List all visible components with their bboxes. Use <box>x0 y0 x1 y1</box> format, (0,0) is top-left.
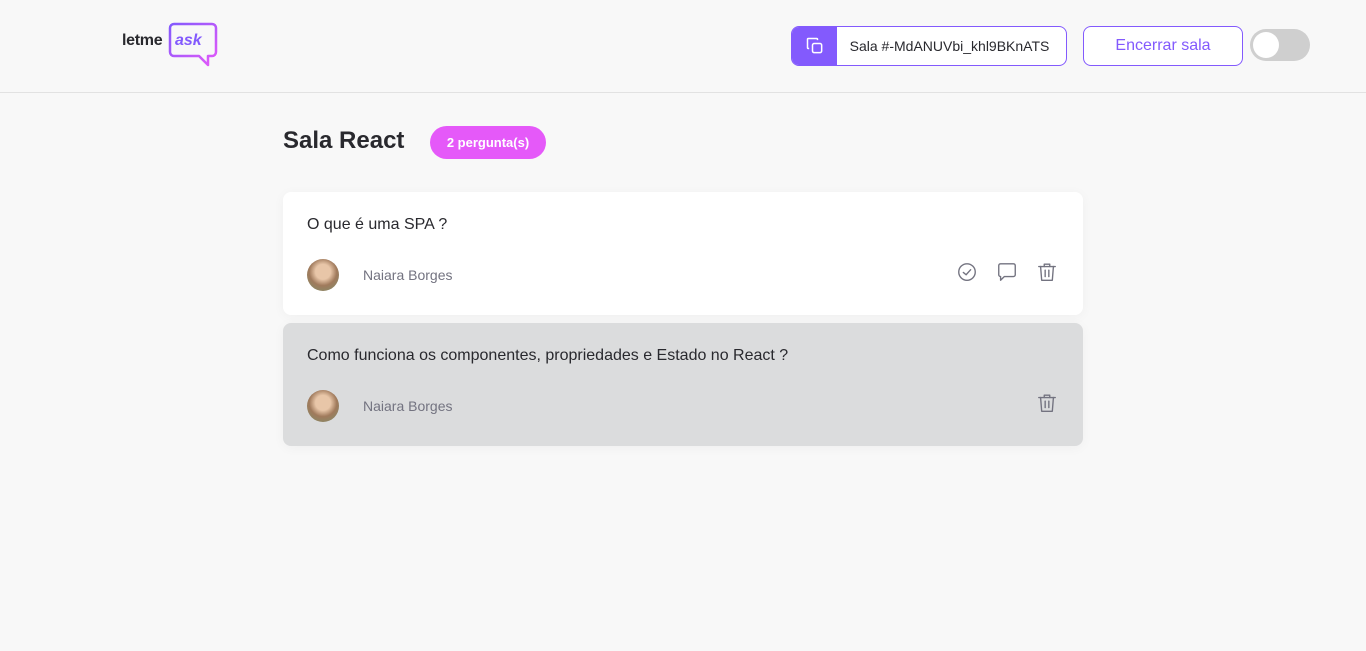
question-content: Como funciona os componentes, propriedad… <box>307 347 789 364</box>
close-room-button[interactable]: Encerrar sala <box>1083 26 1243 66</box>
logo-text-ask: ask <box>175 32 202 49</box>
theme-toggle[interactable] <box>1250 29 1310 61</box>
letmeask-logo[interactable]: letme ask <box>122 22 222 70</box>
room-code-text: Sala #-MdANUVbi_khl9BKnATS <box>849 38 1050 54</box>
copy-icon-box <box>792 27 837 65</box>
avatar <box>307 259 339 291</box>
room-code-button[interactable]: Sala #-MdANUVbi_khl9BKnATS <box>791 26 1067 66</box>
question-author: Naiara Borges <box>363 398 453 414</box>
delete-question-button[interactable] <box>1035 260 1059 284</box>
trash-icon <box>1038 263 1056 281</box>
question-author: Naiara Borges <box>363 267 453 283</box>
question-count-badge: 2 pergunta(s) <box>430 126 546 159</box>
toggle-knob <box>1253 32 1279 58</box>
trash-icon <box>1038 394 1056 412</box>
page-header: letme ask Sala #-MdANUVbi_khl9BKnATS Enc… <box>0 0 1366 93</box>
question-content: O que é uma SPA ? <box>307 216 448 233</box>
question-actions <box>955 260 1059 284</box>
highlight-question-button[interactable] <box>995 260 1019 284</box>
question-card-highlighted: Como funciona os componentes, propriedad… <box>283 323 1083 446</box>
avatar <box>307 390 339 422</box>
question-actions <box>1035 391 1059 415</box>
delete-question-button[interactable] <box>1035 391 1059 415</box>
logo-text-letme: letme <box>122 32 163 49</box>
room-title: Sala React <box>283 127 405 154</box>
check-circle-icon <box>958 263 976 281</box>
chat-bubble-icon <box>998 263 1016 281</box>
question-card: O que é uma SPA ? Naiara Borges <box>283 192 1083 315</box>
copy-icon <box>806 37 822 54</box>
check-question-button[interactable] <box>955 260 979 284</box>
